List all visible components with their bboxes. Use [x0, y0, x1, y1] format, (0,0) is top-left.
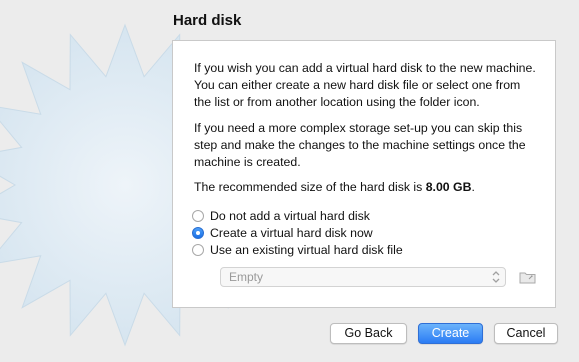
cancel-button[interactable]: Cancel: [494, 323, 558, 344]
option-no-disk-label: Do not add a virtual hard disk: [210, 208, 370, 223]
info-paragraph-2: If you need a more complex storage set-u…: [194, 121, 526, 169]
option-existing-disk-label: Use an existing virtual hard disk file: [210, 242, 403, 257]
option-create-disk-label: Create a virtual hard disk now: [210, 225, 373, 240]
option-existing-disk[interactable]: Use an existing virtual hard disk file: [192, 241, 403, 258]
hard-disk-panel: If you wish you can add a virtual hard d…: [172, 40, 556, 308]
create-button[interactable]: Create: [418, 323, 483, 344]
recommended-size-value: 8.00 GB: [425, 180, 472, 194]
radio-create-disk[interactable]: [192, 226, 204, 239]
existing-disk-select-value: Empty: [229, 270, 264, 284]
recommended-suffix: .: [471, 180, 475, 194]
recommended-size-text: The recommended size of the hard disk is…: [194, 179, 539, 196]
option-create-disk[interactable]: Create a virtual hard disk now: [192, 224, 373, 241]
info-paragraph-1: If you wish you can add a virtual hard d…: [194, 61, 536, 109]
window-bottom-edge: [0, 358, 579, 362]
option-no-disk[interactable]: Do not add a virtual hard disk: [192, 207, 370, 224]
page-title: Hard disk: [173, 12, 242, 29]
go-back-button[interactable]: Go Back: [330, 323, 407, 344]
existing-disk-select[interactable]: Empty: [220, 267, 506, 287]
recommended-prefix: The recommended size of the hard disk is: [194, 180, 426, 194]
up-down-chevron-icon: [492, 271, 500, 283]
radio-no-disk[interactable]: [192, 209, 204, 222]
radio-existing-disk[interactable]: [192, 243, 204, 256]
folder-icon[interactable]: [518, 267, 538, 287]
hard-disk-dialog: Hard disk If you wish you can add a virt…: [0, 0, 579, 362]
